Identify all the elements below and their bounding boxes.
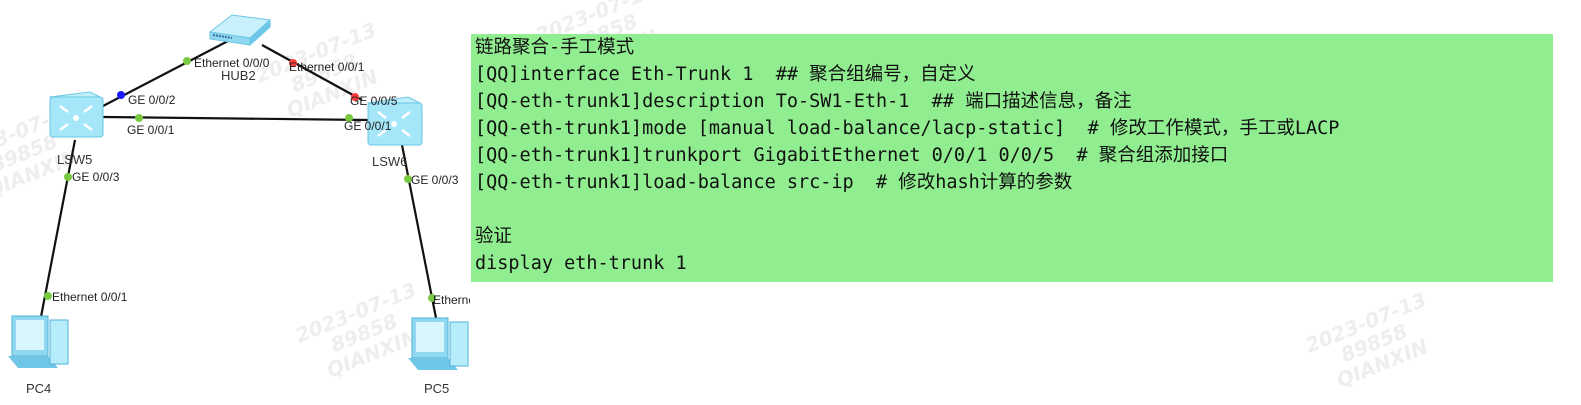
note-line: [QQ]interface Eth-Trunk 1 ## 聚合组编号，自定义: [475, 64, 976, 85]
port-label: GE 0/0/1: [344, 119, 392, 133]
note-line: [QQ-eth-trunk1]description To-SW1-Eth-1 …: [475, 91, 1132, 112]
port-label: Ethernet 0/0/1: [52, 290, 128, 304]
device-label-lsw5: LSW5: [57, 152, 92, 167]
port-label: GE 0/0/1: [127, 123, 175, 137]
note-blank-line: [475, 196, 1553, 223]
note-title: 链路聚合-手工模式: [475, 37, 635, 58]
hub-icon[interactable]: [208, 14, 272, 47]
port-status-up: [64, 173, 72, 181]
port-status-blocked: [117, 91, 125, 99]
pc5-icon[interactable]: [408, 317, 469, 370]
port-label: Ethernet 0/0/1: [289, 60, 365, 74]
port-status-up: [44, 292, 52, 300]
port-label: GE 0/0/3: [411, 173, 459, 187]
port-label: Ethernet 0/0/1: [433, 293, 470, 307]
note-line: [QQ-eth-trunk1]mode [manual load-balance…: [475, 118, 1340, 139]
port-status-up: [183, 57, 191, 65]
note-line: [QQ-eth-trunk1]trunkport GigabitEthernet…: [475, 145, 1229, 166]
note-line: [QQ-eth-trunk1]load-balance src-ip # 修改h…: [475, 172, 1073, 193]
watermark: 2023-07-1389858QIANXIN: [1301, 287, 1432, 393]
config-note: 链路聚合-手工模式 [QQ]interface Eth-Trunk 1 ## 聚…: [471, 34, 1553, 282]
port-label: GE 0/0/3: [72, 170, 120, 184]
note-verify-heading: 验证: [475, 226, 513, 247]
port-label: GE 0/0/5: [350, 94, 398, 108]
switch-lsw5-icon[interactable]: [48, 91, 104, 138]
device-label-hub: HUB2: [221, 68, 256, 83]
network-topology: Ethernet 0/0/0 HUB2 Ethernet 0/0/1 GE 0/…: [8, 14, 470, 396]
pc4-icon[interactable]: [8, 315, 69, 368]
device-label-lsw6: LSW6: [372, 154, 407, 169]
device-label-pc5: PC5: [424, 381, 449, 396]
port-label: GE 0/0/2: [128, 93, 176, 107]
note-line: display eth-trunk 1: [475, 253, 687, 274]
device-label-pc4: PC4: [26, 381, 51, 396]
port-status-up: [135, 114, 143, 122]
link-lsw6-pc5: [400, 144, 438, 319]
